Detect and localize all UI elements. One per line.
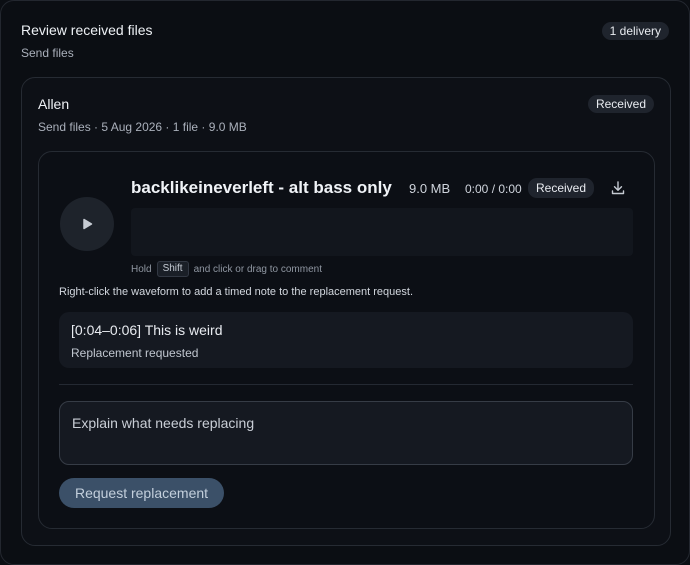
track-time: 0:00 / 0:00 [465,182,522,196]
delivery-meta: Send files · 5 Aug 2026 · 1 file · 9.0 M… [38,120,247,134]
sender-name: Allen [38,96,70,112]
hint-suffix: and click or drag to comment [193,263,322,275]
track-size: 9.0 MB [409,181,451,196]
waveform[interactable] [131,208,633,256]
request-replacement-button[interactable]: Request replacement [59,478,224,508]
download-icon [611,181,625,195]
delivery-status-badge: Received [587,95,654,113]
download-button[interactable] [610,180,626,196]
replacement-reason-input[interactable] [59,401,633,465]
review-panel: Review received files Send files 1 deliv… [0,0,690,565]
delivery-count-badge: 1 delivery [601,22,669,40]
timed-note: [0:04–0:06] This is weird Replacement re… [59,312,633,368]
delivery-card: Allen Send files · 5 Aug 2026 · 1 file ·… [21,77,671,546]
hint-prefix: Hold [131,263,152,275]
play-button[interactable] [60,197,114,251]
divider [59,384,633,385]
comment-hint: Hold Shift and click or drag to comment [131,261,322,277]
track-status-badge: Received [528,178,595,198]
note-status: Replacement requested [71,346,199,360]
file-review-panel: backlikeineverleft - alt bass only 9.0 M… [38,151,655,529]
page-title: Review received files [21,22,153,38]
waveform-instruction: Right-click the waveform to add a timed … [59,286,414,298]
play-icon [83,218,93,230]
page-subtitle: Send files [21,46,74,60]
track-title: backlikeineverleft - alt bass only [131,178,392,197]
shift-key: Shift [156,261,189,277]
note-text: [0:04–0:06] This is weird [71,322,223,338]
